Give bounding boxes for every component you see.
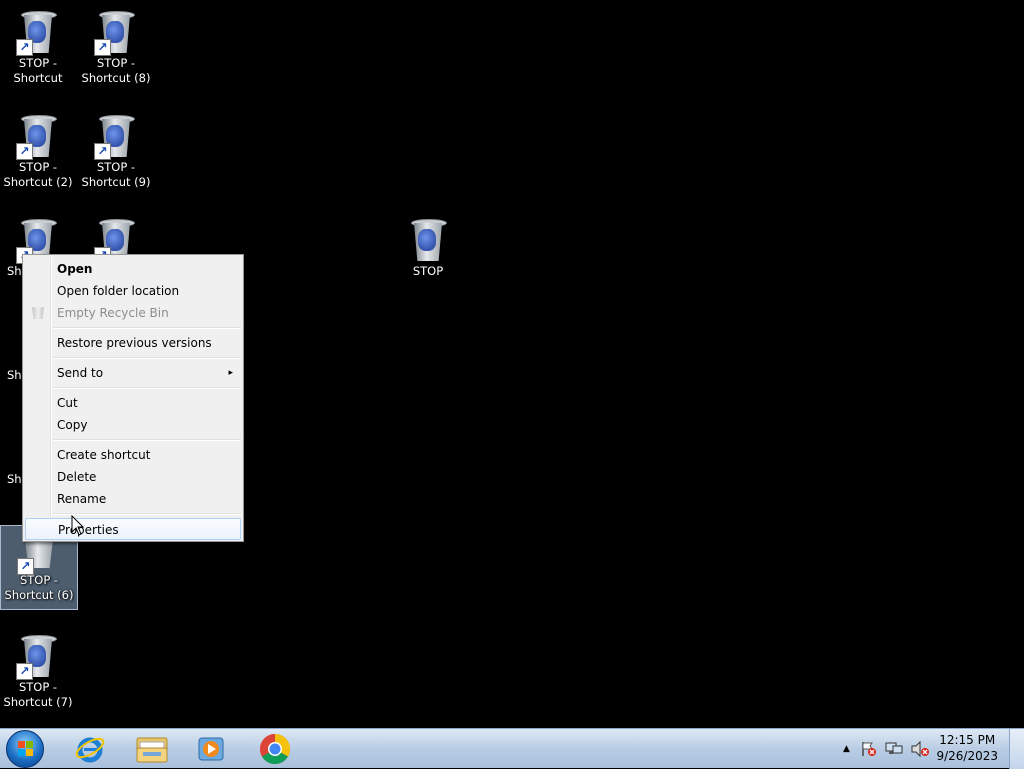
chrome-icon	[259, 734, 291, 765]
icon-label: STOP - Shortcut	[13, 56, 63, 85]
menu-item-properties[interactable]: Properties	[25, 518, 241, 540]
menu-separator	[53, 357, 241, 359]
icon-label: Sh	[7, 368, 22, 382]
recycle-bin-icon	[408, 217, 448, 263]
menu-item-open[interactable]: Open	[25, 258, 241, 280]
show-desktop-button[interactable]	[1009, 729, 1024, 769]
desktop-icon-stop-shortcut-8[interactable]: ↗ STOP - Shortcut (8)	[79, 3, 153, 87]
menu-item-empty-recycle-bin[interactable]: Empty Recycle Bin	[25, 302, 241, 324]
recycle-bin-icon: ↗	[94, 113, 136, 160]
submenu-arrow-icon: ▸	[228, 368, 233, 378]
desktop-icon-stop[interactable]: STOP	[391, 211, 465, 295]
desktop-icon-stop-shortcut-2[interactable]: ↗ STOP - Shortcut (2)	[1, 107, 75, 191]
taskbar-media-player[interactable]	[186, 731, 238, 767]
menu-item-delete[interactable]: Delete	[25, 466, 241, 488]
clock-date: 9/26/2023	[936, 749, 998, 763]
recycle-bin-icon: ↗	[16, 9, 58, 56]
context-menu: Open Open folder location Empty Recycle …	[22, 254, 244, 542]
icon-label: STOP - Shortcut (7)	[3, 680, 73, 709]
recycle-bin-icon: ↗	[16, 113, 58, 160]
recycle-bin-icon: ↗	[17, 540, 59, 575]
menu-item-create-shortcut[interactable]: Create shortcut	[25, 444, 241, 466]
menu-item-open-folder-location[interactable]: Open folder location	[25, 280, 241, 302]
start-button[interactable]	[6, 730, 44, 768]
system-clock[interactable]: 12:15 PM 9/26/2023	[936, 732, 998, 764]
menu-item-cut[interactable]: Cut	[25, 392, 241, 414]
menu-separator	[53, 327, 241, 329]
menu-item-rename[interactable]: Rename	[25, 488, 241, 510]
windows-explorer-icon	[136, 737, 168, 763]
notification-area: ▲	[843, 729, 930, 769]
recycle-bin-icon: ↗	[16, 633, 58, 680]
show-hidden-icons-button[interactable]: ▲	[843, 744, 850, 754]
recycle-bin-icon: ↗	[94, 9, 136, 56]
menu-item-copy[interactable]: Copy	[25, 414, 241, 436]
shortcut-arrow-icon: ↗	[94, 39, 111, 56]
shortcut-arrow-icon: ↗	[16, 143, 33, 160]
windows-logo-icon	[18, 741, 34, 757]
network-icon[interactable]	[884, 740, 904, 758]
action-center-flag-icon[interactable]	[860, 740, 878, 758]
desktop[interactable]: ↗ STOP - Shortcut ↗ STOP - Shortcut (8) ↗ …	[0, 0, 1024, 728]
media-player-icon	[198, 737, 224, 761]
clock-time: 12:15 PM	[939, 733, 996, 747]
shortcut-arrow-icon: ↗	[94, 143, 111, 160]
desktop-icon-stop-shortcut[interactable]: ↗ STOP - Shortcut	[1, 3, 75, 87]
menu-separator	[53, 439, 241, 441]
icon-label: STOP - Shortcut (9)	[81, 160, 151, 189]
menu-item-restore-previous-versions[interactable]: Restore previous versions	[25, 332, 241, 354]
mouse-cursor-icon	[71, 515, 85, 536]
menu-separator	[53, 387, 241, 389]
icon-label: STOP - Shortcut (2)	[3, 160, 73, 189]
shortcut-arrow-icon: ↗	[17, 558, 34, 575]
taskbar-windows-explorer[interactable]	[126, 731, 178, 767]
recycle-bin-icon	[32, 307, 44, 319]
taskbar-chrome[interactable]	[249, 731, 301, 767]
taskbar-internet-explorer[interactable]	[64, 731, 116, 767]
icon-label: STOP - Shortcut (6)	[4, 573, 74, 602]
desktop-icon-stop-shortcut-7[interactable]: ↗ STOP - Shortcut (7)	[1, 627, 75, 711]
shortcut-arrow-icon: ↗	[16, 39, 33, 56]
volume-muted-icon[interactable]	[910, 740, 930, 758]
icon-label: STOP - Shortcut (8)	[81, 56, 151, 85]
shortcut-arrow-icon: ↗	[16, 663, 33, 680]
icon-label: STOP	[412, 264, 444, 278]
icon-label: Sh	[7, 264, 22, 278]
icon-label: Sh	[7, 472, 22, 486]
taskbar: ▲ 12:15 PM 9/26/2023	[0, 728, 1024, 769]
menu-item-send-to[interactable]: Send to ▸	[25, 362, 241, 384]
internet-explorer-icon	[75, 737, 105, 763]
desktop-icon-stop-shortcut-9[interactable]: ↗ STOP - Shortcut (9)	[79, 107, 153, 191]
